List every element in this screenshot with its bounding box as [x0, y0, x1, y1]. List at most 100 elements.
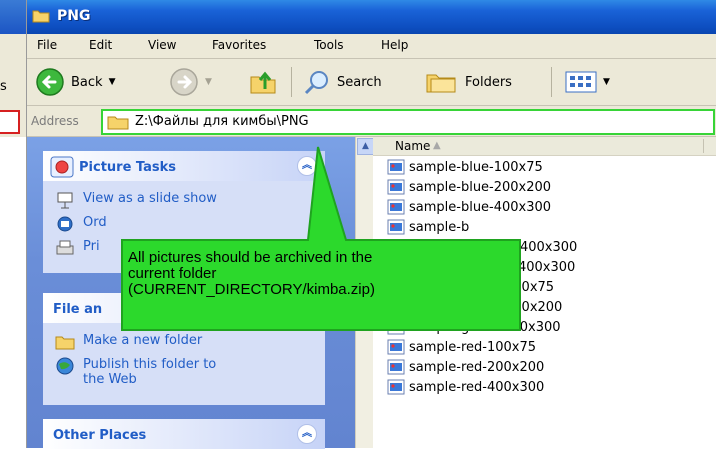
file-name: sample-red-400x300 [409, 379, 545, 395]
picture-tasks-header[interactable]: Picture Tasks ︽ [43, 151, 325, 181]
slideshow-label: View as a slide show [83, 191, 217, 206]
new-folder-label: Make a new folder [83, 333, 203, 348]
scroll-up-arrow-icon[interactable]: ▲ [357, 138, 374, 155]
printer-icon [56, 240, 74, 255]
png-image-icon [387, 159, 405, 175]
file-item[interactable]: 100x75 [483, 277, 554, 297]
print-label: Pri [83, 239, 100, 254]
column-divider[interactable] [703, 139, 704, 153]
file-item[interactable]: 2-400x300 [483, 257, 575, 277]
column-name-label: Name [395, 139, 431, 153]
column-header-name[interactable]: Name ▲ [373, 137, 716, 156]
png-image-icon [387, 339, 405, 355]
menu-view[interactable]: View [148, 38, 176, 52]
folders-icon [426, 74, 456, 93]
window-title: PNG [57, 8, 91, 24]
search-label: Search [337, 74, 382, 90]
forward-button[interactable]: ▼ [169, 67, 212, 97]
back-dropdown-icon[interactable]: ▼ [109, 77, 116, 87]
file-name: sample-blue-200x200 [409, 179, 552, 195]
png-image-icon [387, 219, 405, 235]
file-item[interactable]: sample-blue-400x300 [387, 197, 551, 217]
menu-favorites[interactable]: Favorites [212, 38, 266, 52]
png-image-icon [387, 359, 405, 375]
order-prints-label: Ord [83, 215, 107, 230]
menu-edit[interactable]: Edit [89, 38, 112, 52]
file-name: 2-400x300 [505, 259, 576, 275]
picture-tasks-icon [50, 156, 74, 178]
menu-tools[interactable]: Tools [314, 38, 344, 52]
file-item[interactable]: sample-blue-200x200 [387, 177, 551, 197]
collapse-chevron-icon[interactable]: ︽ [297, 424, 317, 444]
toolbar: Back ▼ ▼ Search Folders ▼ [27, 59, 716, 106]
png-image-icon [483, 299, 501, 315]
callout-text: All pictures should be archived in the c… [128, 250, 488, 298]
menu-file[interactable]: File [37, 38, 57, 52]
new-folder-link[interactable]: Make a new folder [55, 333, 202, 351]
sort-ascending-icon: ▲ [433, 140, 441, 151]
background-window-body [0, 137, 26, 448]
forward-dropdown-icon[interactable]: ▼ [205, 77, 212, 87]
folders-button[interactable]: Folders [425, 69, 512, 95]
file-item[interactable]: sample-blue-100x75 [387, 157, 543, 177]
order-prints-link[interactable]: Ord [55, 215, 107, 233]
collapse-chevron-icon[interactable]: ︽ [297, 156, 317, 176]
toolbar-separator [291, 67, 292, 97]
slideshow-link[interactable]: View as a slide show [55, 191, 217, 209]
address-label: Address [31, 114, 79, 128]
png-image-icon [387, 199, 405, 215]
file-tasks-panel: File an Make a new folder Publish this f… [43, 293, 325, 405]
background-window-field [0, 110, 20, 134]
back-arrow-icon [36, 68, 64, 96]
views-dropdown-icon[interactable]: ▼ [603, 77, 610, 87]
globe-icon [56, 357, 74, 375]
menu-bar: File Edit View Favorites Tools Help [27, 34, 716, 59]
file-item[interactable]: sample-red-200x200 [387, 357, 544, 377]
slideshow-icon [57, 192, 73, 209]
print-link[interactable]: Pri [55, 239, 100, 257]
search-icon [304, 71, 328, 95]
background-window-edge: s [0, 0, 27, 448]
file-name: sample-green-400x300 [409, 319, 561, 335]
title-bar[interactable]: PNG [27, 0, 716, 34]
file-tasks-title: File an [53, 302, 103, 317]
file-item[interactable]: 200x200 [483, 297, 562, 317]
callout-line-1: All pictures should be archived in the [128, 249, 373, 266]
folder-icon [32, 10, 50, 23]
file-name: 200x200 [505, 299, 563, 315]
folders-label: Folders [465, 74, 512, 90]
file-item[interactable]: sample-green-400x300 [387, 317, 561, 337]
menu-help[interactable]: Help [381, 38, 408, 52]
file-name: sample-blue-400x300 [409, 199, 552, 215]
file-name: 100x75 [505, 279, 555, 295]
other-places-title: Other Places [53, 428, 147, 443]
picture-tasks-title: Picture Tasks [79, 160, 176, 175]
file-name: sample-blue-100x75 [409, 159, 543, 175]
background-window-text: s [0, 79, 7, 94]
file-item[interactable]: sample-b [387, 217, 469, 237]
views-button[interactable]: ▼ [565, 71, 610, 93]
publish-web-link[interactable]: Publish this folder to the Web [55, 357, 216, 387]
address-bar: Address Z:\Файлы для кимбы\PNG [27, 106, 716, 137]
views-grid-icon [565, 71, 597, 93]
toolbar-separator [551, 67, 552, 97]
search-button[interactable]: Search [303, 69, 382, 95]
back-label: Back [71, 74, 103, 90]
file-name: sample-red-100x75 [409, 339, 537, 355]
publish-web-label-2: the Web [83, 372, 137, 387]
other-places-header[interactable]: Other Places ︽ [43, 419, 325, 449]
address-path: Z:\Файлы для кимбы\PNG [135, 114, 309, 129]
file-item[interactable]: sample-red-400x300 [387, 377, 544, 397]
file-name: bee-400x300 [491, 239, 578, 255]
callout-line-2: current folder [128, 265, 217, 282]
png-image-icon [387, 179, 405, 195]
file-item[interactable]: sample-red-100x75 [387, 337, 536, 357]
file-name: sample-b [409, 219, 470, 235]
png-image-icon [387, 379, 405, 395]
address-input[interactable]: Z:\Файлы для кимбы\PNG [101, 109, 715, 135]
back-button[interactable]: Back ▼ [35, 67, 115, 97]
png-image-icon [387, 319, 405, 335]
file-name: sample-red-200x200 [409, 359, 545, 375]
forward-arrow-icon [170, 68, 198, 96]
up-folder-button[interactable] [249, 69, 277, 95]
